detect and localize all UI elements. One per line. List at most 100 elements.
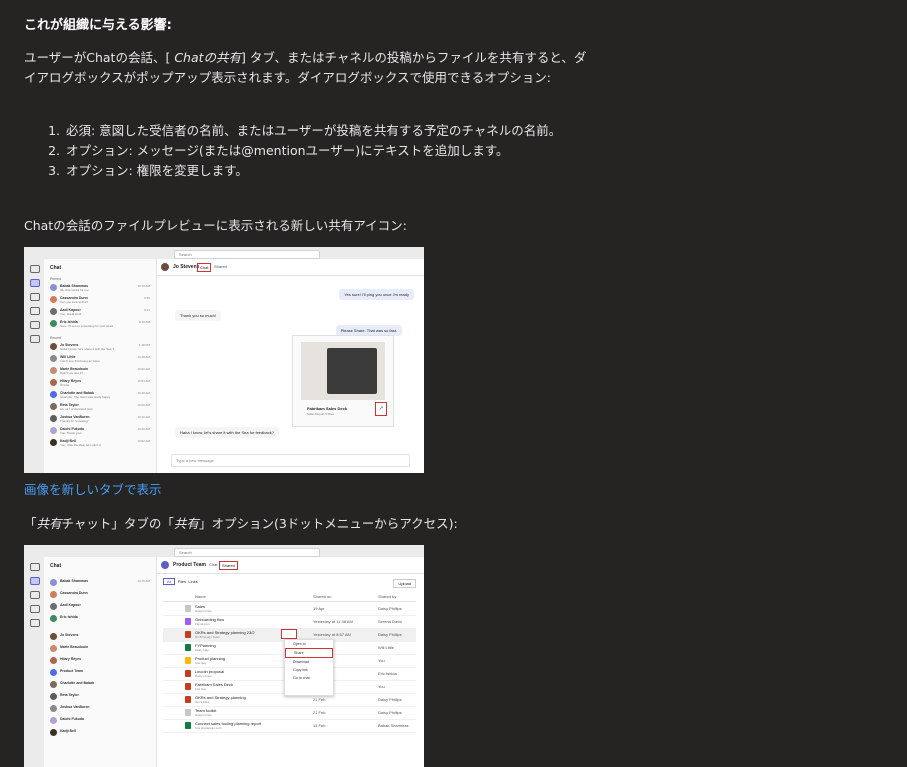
avatar <box>50 367 57 374</box>
contact-name: Marie Beaudouin <box>60 645 89 649</box>
view-image-link[interactable]: 画像を新しいタブで表示 <box>24 479 162 498</box>
list-item: Charlotte and Babak Charlotte: The client… <box>44 389 156 401</box>
teams-shared-tab-screenshot[interactable]: Search Chat Babak Shammas 10:15 AM Cassan… <box>24 545 424 767</box>
table-header: Name Shared on Shared by <box>163 591 416 602</box>
avatar <box>50 579 57 586</box>
team-header: Product Team Chat Shared <box>157 557 424 574</box>
tab-shared[interactable]: Shared <box>212 263 229 270</box>
contact-name: Reta Taylor <box>60 693 79 697</box>
contact-preview: Haha I know, let's share it with the Sea… <box>60 347 117 351</box>
contact-preview: I'll look <box>60 383 70 387</box>
list-item: Daichi Fukuda <box>44 715 156 727</box>
filter-links[interactable]: Links <box>188 579 197 584</box>
shared-by: You <box>378 684 385 689</box>
filter-all[interactable]: All <box>163 578 176 585</box>
intro-italic: Chatの共有 <box>174 50 242 65</box>
list-item: Daichi Fukuda You: Thank you! 10:20 AM <box>44 425 156 437</box>
menu-item-go-to-chat[interactable]: Go to chat <box>285 674 333 682</box>
folder-icon <box>185 657 191 664</box>
list-item: Reta Taylor <box>44 691 156 703</box>
file-location: Kris Hay <box>195 687 207 691</box>
file-location: Daisy's Files <box>195 609 212 613</box>
caption-text: チャット」タブの「 <box>61 516 174 531</box>
file-icon <box>185 722 191 729</box>
table-row[interactable]: Onboarding flow Figma.com Yesterday at 11:… <box>163 615 416 629</box>
file-location: Kris.sharepoint.com <box>195 726 222 730</box>
contact-name: Daichi Fukuda <box>60 717 84 721</box>
file-location: Daisy's Files <box>195 674 212 678</box>
shared-on: Yesterday at 11:38 AM <box>313 619 353 624</box>
upload-button[interactable]: Upload <box>393 579 416 588</box>
menu-item-copy-link[interactable]: Copy link <box>285 666 333 674</box>
list-item: Kadji Bell You: I like the idea, let's pi… <box>44 437 156 449</box>
contact-time: 9:40 AM <box>138 320 150 324</box>
caption-shared-tab: 「共有チャット」タブの「共有」オプション(3ドットメニューからアクセス): <box>24 513 458 532</box>
title-bar: Search <box>24 247 424 259</box>
file-icon <box>185 696 191 703</box>
list-item: Marie Beaudouin <box>44 643 156 655</box>
avatar <box>50 657 57 664</box>
contact-name: Cassandra Dunn <box>60 591 88 595</box>
contact-name: Product Team <box>60 669 84 673</box>
list-item: Joshua VanBuren <box>44 703 156 715</box>
calls-icon <box>30 619 40 627</box>
chat-name: Jo Stevens <box>173 264 200 270</box>
chat-header: Jo Stevens Chat Shared <box>157 259 424 276</box>
list-item: Jo Stevens Haha I know, let's share it wi… <box>44 341 156 353</box>
contact-time: 10:00 AM <box>137 367 150 371</box>
contact-time: 10:15 AM <box>137 579 150 583</box>
filter-files[interactable]: Files <box>178 579 186 584</box>
message-bubble: Thank you so much! <box>175 310 222 321</box>
menu-item-download[interactable]: Download <box>285 658 333 666</box>
list-item: Jo Stevens <box>44 631 156 643</box>
menu-item-open[interactable]: Open in <box>285 640 333 648</box>
file-preview-card[interactable]: Fabrikam Sales Deck Sales Report 5 Files… <box>292 335 394 427</box>
tab-shared[interactable]: Shared <box>219 561 238 570</box>
avatar <box>50 591 57 598</box>
caption-italic: 共有 <box>36 516 62 531</box>
teams-chat-screenshot[interactable]: Search Chat Pinned Babak Shammas Ok, that… <box>24 247 424 473</box>
file-location: Figma.com <box>195 622 210 626</box>
share-icon[interactable]: ↗ <box>375 402 387 416</box>
chat-list: Chat Pinned Babak Shammas Ok, that works … <box>44 259 157 473</box>
avatar <box>50 645 57 652</box>
list-item: Babak Shammas Ok, that works for me 10:15 … <box>44 282 156 294</box>
table-row[interactable]: Sales Daisy's Files 19 Apr Daisy Phillips <box>163 602 416 616</box>
contact-name: Joshua VanBuren <box>60 705 90 709</box>
tab-chat[interactable]: Chat <box>207 561 219 568</box>
filter-bar: All Files Links <box>163 578 198 585</box>
file-location: Kris Hay <box>195 661 207 665</box>
chat-icon <box>30 279 40 287</box>
contact-preview: Thanks for reviewing! <box>60 419 89 423</box>
avatar <box>50 693 57 700</box>
message-bubble: Yes sure! I'll ping you once I'm ready <box>339 289 414 300</box>
contact-name: Babak Shammas <box>60 579 89 583</box>
list-item: Joshua VanBuren Thanks for reviewing! 10:1… <box>44 413 156 425</box>
list-item: Marie Beaudouin Didn't you see it? 10:00 A… <box>44 365 156 377</box>
tab-chat[interactable]: Chat <box>197 263 212 272</box>
file-icon <box>185 631 191 638</box>
contact-preview: You: I like the idea, let's pitch it <box>60 443 101 447</box>
document-icon <box>327 348 377 394</box>
contact-time: 10:48 AM <box>137 355 150 359</box>
shared-by: Daisy Phillips <box>378 632 402 637</box>
caption-italic: 共有 <box>173 516 199 531</box>
menu-item-share[interactable]: Share <box>285 648 333 658</box>
contact-preview: You: Great work <box>60 312 82 316</box>
column-shared-on: Shared on <box>313 594 332 599</box>
compose-input[interactable]: Type a new message <box>171 454 410 467</box>
calendar-icon <box>30 605 40 613</box>
contact-time: 10:10 AM <box>137 415 150 419</box>
activity-icon <box>30 265 40 273</box>
table-row[interactable]: Team toolkit Daisy's Files 21 Feb Daisy Phi… <box>163 706 416 720</box>
shared-on: 21 Feb <box>313 710 326 715</box>
contact-time: 10:02 AM <box>137 439 150 443</box>
title-bar: Search <box>24 545 424 557</box>
contact-time: 10:53 AM <box>137 379 150 383</box>
file-icon <box>185 709 191 716</box>
shared-by: Eric Ishida <box>378 671 397 676</box>
avatar <box>50 669 57 676</box>
shared-by: You <box>378 658 385 663</box>
table-row[interactable]: Connect sales tooling planning report Kri… <box>163 719 416 733</box>
more-options-button[interactable]: … <box>281 629 297 639</box>
